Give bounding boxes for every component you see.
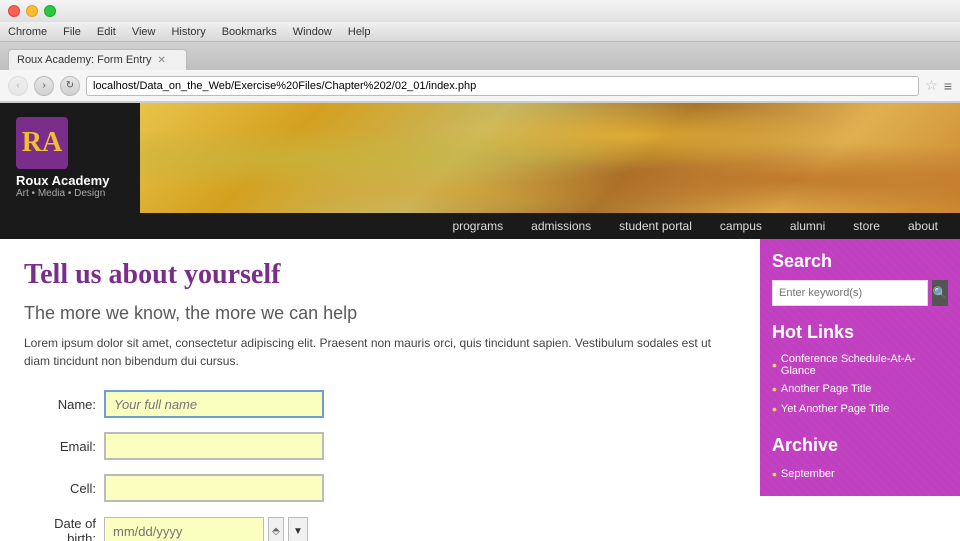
active-tab[interactable]: Roux Academy: Form Entry ✕ xyxy=(8,49,187,70)
hot-links-title: Hot Links xyxy=(772,322,948,343)
date-spinner[interactable]: ⬘ xyxy=(268,517,284,541)
site-header: RA Roux Academy Art • Media • Design pro… xyxy=(0,103,960,239)
date-input[interactable] xyxy=(104,517,264,541)
dob-row: Date of birth: ⬘ ▼ xyxy=(24,516,736,541)
title-bar xyxy=(0,0,960,22)
nav-about[interactable]: about xyxy=(894,213,952,239)
nav-alumni[interactable]: alumni xyxy=(776,213,839,239)
date-dropdown-button[interactable]: ▼ xyxy=(288,517,308,541)
tab-label: Roux Academy: Form Entry xyxy=(17,54,152,66)
header-top: RA Roux Academy Art • Media • Design xyxy=(0,103,960,213)
nav-admissions[interactable]: admissions xyxy=(517,213,605,239)
search-box: 🔍 xyxy=(772,280,948,306)
reload-button[interactable]: ↻ xyxy=(60,76,80,96)
email-label: Email: xyxy=(24,439,104,454)
hot-link-item[interactable]: Yet Another Page Title xyxy=(772,399,948,419)
hot-links-list: Conference Schedule-At-A-Glance Another … xyxy=(772,351,948,419)
main-layout: Tell us about yourself The more we know,… xyxy=(0,239,960,541)
cell-row: Cell: xyxy=(24,474,736,502)
logo-initials[interactable]: RA xyxy=(16,117,68,169)
hot-link-item[interactable]: Another Page Title xyxy=(772,379,948,399)
date-picker: ⬘ ▼ xyxy=(104,517,308,541)
search-input[interactable] xyxy=(772,280,928,306)
archive-item[interactable]: September xyxy=(772,464,948,484)
name-input[interactable] xyxy=(104,390,324,418)
main-nav: programs admissions student portal campu… xyxy=(0,213,960,239)
nav-campus[interactable]: campus xyxy=(706,213,776,239)
search-title: Search xyxy=(772,251,948,272)
logo-name: Roux Academy xyxy=(16,173,124,188)
menu-window[interactable]: Window xyxy=(293,26,332,38)
search-button[interactable]: 🔍 xyxy=(932,280,948,306)
nav-student-portal[interactable]: student portal xyxy=(605,213,706,239)
menu-file[interactable]: File xyxy=(63,26,81,38)
hot-link-item[interactable]: Conference Schedule-At-A-Glance xyxy=(772,351,948,379)
email-row: Email: xyxy=(24,432,736,460)
website-content: RA Roux Academy Art • Media • Design pro… xyxy=(0,103,960,541)
body-text: Lorem ipsum dolor sit amet, consectetur … xyxy=(24,334,736,370)
chrome-frame: Chrome File Edit View History Bookmarks … xyxy=(0,0,960,103)
cell-label: Cell: xyxy=(24,481,104,496)
name-label: Name: xyxy=(24,397,104,412)
tab-close-icon[interactable]: ✕ xyxy=(158,55,166,66)
maximize-button[interactable] xyxy=(44,5,56,17)
bookmark-star-icon[interactable]: ☆ xyxy=(925,77,938,94)
contact-form: Name: Email: Cell: Date of birth: ⬘ xyxy=(24,390,736,541)
minimize-button[interactable] xyxy=(26,5,38,17)
lynda-watermark: lynda.com xyxy=(869,518,952,541)
sidebar-wrapper: Search 🔍 Hot Links Conference Schedule-A… xyxy=(760,239,960,541)
menu-help[interactable]: Help xyxy=(348,26,371,38)
forward-button[interactable]: › xyxy=(34,76,54,96)
logo-area: RA Roux Academy Art • Media • Design xyxy=(0,103,140,213)
url-input[interactable] xyxy=(86,76,919,96)
tab-bar: Roux Academy: Form Entry ✕ xyxy=(0,42,960,70)
page-title: Tell us about yourself xyxy=(24,259,736,291)
menu-chrome[interactable]: Chrome xyxy=(8,26,47,38)
content-area: Tell us about yourself The more we know,… xyxy=(0,239,760,541)
close-button[interactable] xyxy=(8,5,20,17)
archive-title: Archive xyxy=(772,435,948,456)
header-banner xyxy=(140,103,960,213)
browser-menu-icon[interactable]: ≡ xyxy=(944,78,952,94)
menu-view[interactable]: View xyxy=(132,26,156,38)
address-bar: ‹ › ↻ ☆ ≡ xyxy=(0,70,960,102)
nav-programs[interactable]: programs xyxy=(438,213,517,239)
menu-bar: Chrome File Edit View History Bookmarks … xyxy=(0,22,960,42)
menu-edit[interactable]: Edit xyxy=(97,26,116,38)
sidebar: Search 🔍 Hot Links Conference Schedule-A… xyxy=(760,239,960,496)
menu-bookmarks[interactable]: Bookmarks xyxy=(222,26,277,38)
dob-label: Date of birth: xyxy=(24,516,104,541)
cell-input[interactable] xyxy=(104,474,324,502)
name-row: Name: xyxy=(24,390,736,418)
menu-history[interactable]: History xyxy=(171,26,205,38)
nav-store[interactable]: store xyxy=(839,213,894,239)
email-input[interactable] xyxy=(104,432,324,460)
logo-tagline: Art • Media • Design xyxy=(16,188,124,199)
archive-list: September xyxy=(772,464,948,484)
page-subtitle: The more we know, the more we can help xyxy=(24,303,736,324)
back-button[interactable]: ‹ xyxy=(8,76,28,96)
